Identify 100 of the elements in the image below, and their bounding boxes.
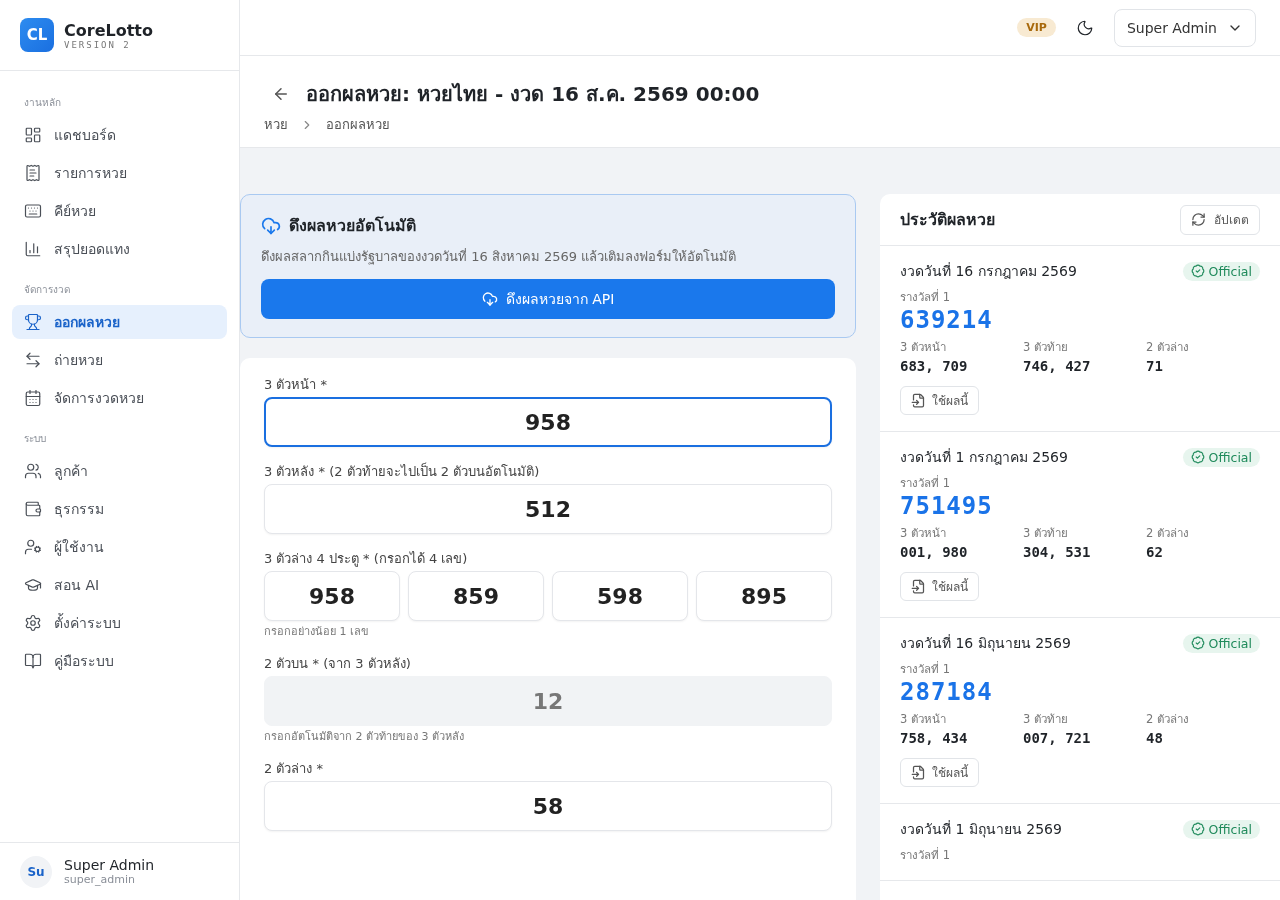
check-badge-icon [1190,450,1205,464]
version-label: VERSION 2 [64,39,132,50]
result-label: 3 ตัวหน้า [900,711,947,728]
result-value: 62 [1146,544,1164,560]
use-result-button[interactable]: ใช้ผลนี้ [900,572,979,601]
status-badge: Official [1182,819,1260,839]
number-field[interactable]: 512 [264,484,832,534]
prize-label: รางวัลที่ 1 [900,846,951,864]
panel-title: ดึงผลหวยอัตโนมัติ [289,215,416,237]
bar-chart-icon [24,240,42,258]
refresh-button[interactable]: อัปเดต [1180,204,1260,235]
field-label: 2 ตัวล่าง * [264,760,325,777]
field-label: 3 ตัวหลัง * (2 ตัวท้ายจะไปเป็น 2 ตัวบนอัตโนมัติ) [264,463,541,480]
check-badge-icon [1190,822,1205,836]
brand-name: CoreLotto [64,20,153,40]
draw-date: งวดวันที่ 1 มิถุนายน 2569 [900,819,1062,840]
page-title: ออกผลหวย: หวยไทย - งวด 16 ส.ค. 2569 00:00 [306,81,760,108]
logo: CL [20,18,54,52]
back-icon[interactable] [272,85,290,103]
prize-number: 287184 [900,678,994,706]
result-label: 3 ตัวท้าย [1023,711,1069,728]
prize-number: 639214 [900,306,994,334]
receipt-icon [24,164,42,182]
avatar: Su [20,855,52,888]
panel-title: ประวัติผลหวย [900,209,995,231]
wallet-icon [24,500,42,518]
field-label: 3 ตัวล่าง 4 ประตู * (กรอกได้ 4 เลข) [264,550,469,567]
section-label: ระบบ [23,432,47,446]
field-label: 2 ตัวบน * (จาก 3 ตัวหลัง) [264,655,412,672]
book-icon [24,652,42,670]
breadcrumb-link[interactable]: หวย [264,114,288,135]
number-field[interactable]: 598 [552,571,688,621]
file-import-icon [911,765,926,780]
field-hint: กรอกอย่างน้อย 1 เลข [264,625,370,639]
field-label: 3 ตัวหน้า * [264,376,329,393]
result-value: 71 [1146,358,1164,374]
number-field[interactable]: 958 [264,571,400,621]
status-badge: Official [1182,261,1260,281]
result-label: 3 ตัวท้าย [1023,339,1069,356]
check-badge-icon [1190,264,1205,278]
sidebar-item[interactable]: ตั้งค่าระบบ [12,606,227,640]
sidebar-item[interactable]: คู่มือระบบ [12,644,227,678]
file-import-icon [911,393,926,408]
breadcrumb-link[interactable]: ออกผลหวย [326,114,390,135]
sidebar-item[interactable]: ลูกค้า [12,454,227,488]
sidebar-item[interactable]: สรุปยอดแทง [12,232,227,266]
sidebar-item[interactable]: สอน AI [12,568,227,602]
sidebar-item[interactable]: ธุรกรรม [12,492,227,526]
trophy-icon [24,313,42,331]
prize-number: 751495 [900,492,994,520]
dashboard-icon [24,126,42,144]
user-gear-icon [24,538,42,556]
status-badge: Official [1182,633,1260,653]
result-label: 2 ตัวล่าง [1146,339,1190,356]
result-value: 758, 434 [900,730,969,746]
number-field[interactable]: 958 [264,397,832,447]
check-badge-icon [1190,636,1205,650]
cloud-download-icon [481,291,498,307]
sidebar-item[interactable]: แดชบอร์ด [12,118,227,152]
result-label: 3 ตัวหน้า [900,339,947,356]
prize-label: รางวัลที่ 1 [900,660,951,678]
settings-icon [24,614,42,632]
number-field[interactable]: 859 [408,571,544,621]
result-value: 48 [1146,730,1164,746]
user-menu-button[interactable]: Super Admin [1113,8,1256,47]
use-result-button[interactable]: ใช้ผลนี้ [900,386,979,415]
file-import-icon [911,579,926,594]
sidebar-item[interactable]: ออกผลหวย [12,305,227,339]
fetch-button[interactable]: ดึงผลหวยจาก API [261,279,835,319]
status-badge: Official [1182,447,1260,467]
field-hint: กรอกอัตโนมัติจาก 2 ตัวท้ายของ 3 ตัวหลัง [264,730,465,744]
arrows-icon [24,351,42,369]
result-value: 746, 427 [1023,358,1092,374]
prize-label: รางวัลที่ 1 [900,288,951,306]
result-value: 007, 721 [1023,730,1092,746]
draw-date: งวดวันที่ 16 มิถุนายน 2569 [900,633,1071,654]
use-result-button[interactable]: ใช้ผลนี้ [900,758,979,787]
sidebar-item[interactable]: รายการหวย [12,156,227,190]
keyboard-icon [24,202,42,220]
section-label: จัดการงวด [23,283,71,297]
sidebar-item[interactable]: คีย์หวย [12,194,227,228]
number-field[interactable]: 58 [264,781,832,831]
result-value: 304, 531 [1023,544,1092,560]
draw-date: งวดวันที่ 16 กรกฎาคม 2569 [900,261,1077,281]
result-label: 3 ตัวหน้า [900,525,947,542]
prize-label: รางวัลที่ 1 [900,474,951,492]
sidebar-item[interactable]: ถ่ายหวย [12,343,227,377]
moon-icon[interactable] [1075,18,1094,37]
result-label: 2 ตัวล่าง [1146,525,1190,542]
sidebar-item[interactable]: ผู้ใช้งาน [12,530,227,564]
cloud-download-icon [261,215,281,236]
panel-description: ดึงผลสลากกินแบ่งรัฐบาลของงวดวันที่ 16 สิงหาคม 2569 แล้วเติมลงฟอร์มให้อัตโนมัติ [261,247,738,267]
graduation-cap-icon [24,576,42,594]
result-value: 001, 980 [900,544,969,560]
sidebar-item[interactable]: จัดการงวดหวย [12,381,227,415]
number-field[interactable]: 895 [696,571,832,621]
calendar-icon [24,389,42,407]
vip-badge: VIP [1017,18,1056,37]
users-icon [24,462,42,480]
draw-date: งวดวันที่ 1 กรกฎาคม 2569 [900,447,1068,467]
